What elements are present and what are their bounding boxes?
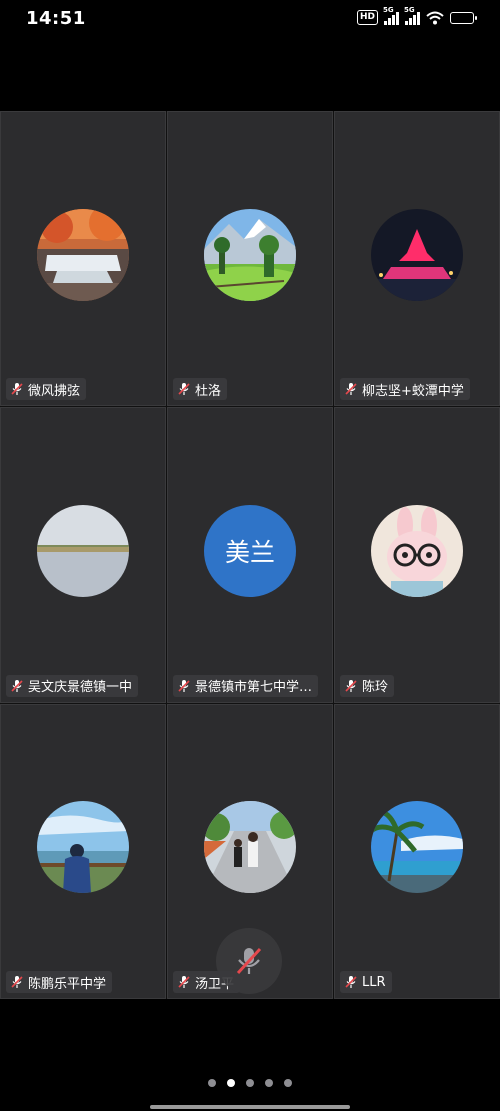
wifi-icon — [426, 11, 444, 24]
mic-off-icon — [11, 679, 23, 692]
participant-name: 柳志坚+蛟潭中学 — [362, 383, 464, 399]
mic-off-icon — [178, 383, 190, 396]
mic-off-icon — [345, 976, 357, 988]
participant-name: 微风拂弦 — [28, 383, 81, 399]
participant-tile[interactable]: 美兰 景德镇市第七中学… — [167, 407, 333, 703]
hd-icon: HD — [356, 10, 378, 25]
avatar — [371, 801, 463, 894]
avatar — [371, 208, 463, 301]
photo-mountain-meadow-icon — [204, 208, 296, 301]
mic-off-icon — [178, 679, 190, 692]
name-tag: 吴文庆景德镇一中 — [6, 674, 139, 697]
mic-off-icon — [11, 976, 23, 988]
participant-tile[interactable]: 柳志坚+蛟潭中学 — [334, 111, 500, 407]
photo-lake-icon — [37, 504, 129, 597]
participant-name: LLR — [362, 974, 386, 990]
name-tag: 陈玲 — [340, 674, 395, 697]
name-tag: 陈鹏乐平中学 — [6, 971, 113, 993]
name-tag: 景德镇市第七中学… — [173, 674, 319, 697]
participant-tile[interactable]: 陈鹏乐平中学 — [0, 703, 166, 999]
photo-night-tower-icon — [371, 208, 463, 301]
status-time: 14:51 — [26, 8, 86, 29]
participant-name: 陈玲 — [362, 680, 389, 696]
participant-tile[interactable]: 微风拂弦 — [0, 111, 166, 407]
avatar — [204, 801, 296, 894]
mic-off-icon — [345, 679, 357, 692]
signal-icon: 5G — [383, 6, 399, 25]
participant-tile[interactable]: 吴文庆景德镇一中 — [0, 407, 166, 703]
photo-bunny-glasses-icon — [371, 504, 463, 597]
mic-off-icon — [236, 947, 262, 975]
page-dot[interactable] — [208, 1079, 216, 1087]
battery-icon — [450, 11, 477, 24]
page-dot[interactable] — [284, 1079, 292, 1087]
participant-name: 吴文庆景德镇一中 — [28, 680, 133, 696]
photo-beach-palm-icon — [371, 801, 463, 894]
photo-waterfall-autumn-icon — [37, 208, 129, 301]
page-dot-active[interactable] — [227, 1079, 235, 1087]
participant-tile[interactable]: 陈玲 — [334, 407, 500, 703]
avatar — [371, 504, 463, 597]
photo-street-walk-icon — [204, 801, 296, 894]
photo-sea-view-icon — [37, 801, 129, 894]
participant-name: 景德镇市第七中学… — [195, 680, 313, 696]
avatar — [37, 504, 129, 597]
page-dot[interactable] — [265, 1079, 273, 1087]
avatar — [37, 801, 129, 894]
participant-tile[interactable]: LLR — [334, 703, 500, 999]
participant-tile[interactable]: 杜洛 — [167, 111, 333, 407]
avatar — [37, 208, 129, 301]
participant-name: 杜洛 — [195, 383, 222, 399]
participant-grid: 微风拂弦 杜洛 柳志坚+蛟潭中学 吴文庆景德镇一中 美兰 景德镇市第七中学… 陈… — [0, 111, 500, 999]
avatar: 美兰 — [204, 504, 296, 597]
status-icons: HD 5G 5G — [356, 6, 477, 25]
mic-off-icon — [345, 383, 357, 396]
mic-off-icon — [11, 383, 23, 396]
mic-off-icon — [178, 976, 190, 988]
status-bar: 14:51 HD 5G 5G — [0, 0, 500, 38]
home-indicator[interactable] — [150, 1105, 350, 1109]
name-tag: 杜洛 — [173, 378, 228, 401]
avatar — [204, 208, 296, 301]
name-tag: LLR — [340, 971, 392, 993]
participant-name: 陈鹏乐平中学 — [28, 976, 107, 992]
signal-icon: 5G — [404, 6, 420, 25]
name-tag: 柳志坚+蛟潭中学 — [340, 378, 470, 401]
page-dot[interactable] — [246, 1079, 254, 1087]
page-indicator — [0, 1079, 500, 1087]
name-tag: 微风拂弦 — [6, 378, 87, 401]
mic-toggle-button[interactable] — [216, 928, 282, 994]
